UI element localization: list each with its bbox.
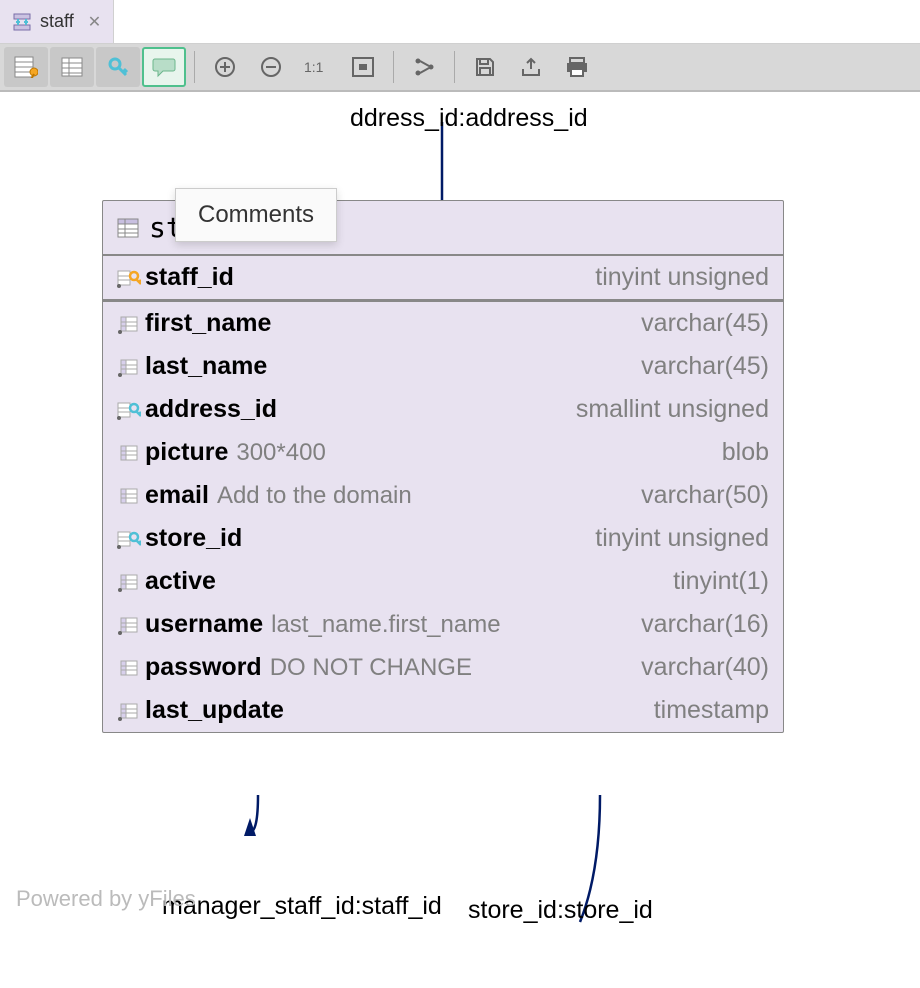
toolbar-separator <box>393 51 394 83</box>
tab-bar: staff ✕ <box>0 0 920 44</box>
column-row-pk[interactable]: staff_id tinyint unsigned <box>103 256 783 299</box>
columns-container: first_name varchar(45) last_name varchar(45… <box>103 302 783 732</box>
relation-label-top: ddress_id:address_id <box>350 104 588 133</box>
column-name: address_id <box>145 395 277 424</box>
column-type: tinyint unsigned <box>595 524 769 553</box>
column-icon <box>117 701 145 721</box>
fit-content-button[interactable] <box>341 47 385 87</box>
column-type: varchar(45) <box>641 352 769 381</box>
svg-text:1:1: 1:1 <box>304 59 324 75</box>
column-icon <box>117 486 145 506</box>
column-type: timestamp <box>654 696 769 725</box>
diagram-canvas[interactable]: ddress_id:address_id manager_staff_id:st… <box>0 92 920 988</box>
column-type: varchar(40) <box>641 653 769 682</box>
tab-label: staff <box>40 11 74 32</box>
table-view-button[interactable] <box>50 47 94 87</box>
export-button[interactable] <box>509 47 553 87</box>
zoom-actual-button[interactable]: 1:1 <box>295 47 339 87</box>
column-comment: Add to the domain <box>217 482 412 510</box>
toolbar-separator <box>194 51 195 83</box>
layout-button[interactable] <box>402 47 446 87</box>
tooltip-comments: Comments <box>175 188 337 242</box>
zoom-in-button[interactable] <box>203 47 247 87</box>
column-row[interactable]: first_name varchar(45) <box>103 302 783 345</box>
column-type: varchar(50) <box>641 481 769 510</box>
column-name: last_update <box>145 696 284 725</box>
column-type: varchar(16) <box>641 610 769 639</box>
column-row[interactable]: address_id smallint unsigned <box>103 388 783 431</box>
column-row[interactable]: last_update timestamp <box>103 689 783 732</box>
toolbar: 1:1 <box>0 44 920 92</box>
column-row[interactable]: last_name varchar(45) <box>103 345 783 388</box>
comments-button[interactable] <box>142 47 186 87</box>
column-type: varchar(45) <box>641 309 769 338</box>
column-name: staff_id <box>145 263 234 292</box>
column-name: username <box>145 610 263 639</box>
primary-key-section: staff_id tinyint unsigned <box>103 256 783 302</box>
column-icon <box>117 529 145 549</box>
column-row[interactable]: store_id tinyint unsigned <box>103 517 783 560</box>
column-name: email <box>145 481 209 510</box>
relation-label-bottom-right: store_id:store_id <box>468 896 653 925</box>
pk-icon <box>117 268 145 288</box>
column-type: tinyint(1) <box>673 567 769 596</box>
column-type: smallint unsigned <box>576 395 769 424</box>
close-icon[interactable]: ✕ <box>88 12 101 32</box>
relation-label-bottom-left: manager_staff_id:staff_id <box>162 892 442 921</box>
toolbar-separator <box>454 51 455 83</box>
column-type: tinyint unsigned <box>595 263 769 292</box>
zoom-out-button[interactable] <box>249 47 293 87</box>
key-button[interactable] <box>96 47 140 87</box>
column-icon <box>117 400 145 420</box>
column-name: password <box>145 653 262 682</box>
table-card-staff[interactable]: staff staff_id tinyint unsigned first_na… <box>102 200 784 733</box>
print-button[interactable] <box>555 47 599 87</box>
column-comment: last_name.first_name <box>271 611 500 639</box>
save-button[interactable] <box>463 47 507 87</box>
column-name: active <box>145 567 216 596</box>
column-type: blob <box>722 438 769 467</box>
column-name: first_name <box>145 309 271 338</box>
watermark: Powered by yFiles <box>16 886 196 912</box>
column-icon <box>117 615 145 635</box>
column-name: store_id <box>145 524 242 553</box>
column-icon <box>117 357 145 377</box>
column-row[interactable]: password DO NOT CHANGE varchar(40) <box>103 646 783 689</box>
column-comment: DO NOT CHANGE <box>270 654 472 682</box>
column-name: picture <box>145 438 228 467</box>
column-icon <box>117 443 145 463</box>
tab-staff[interactable]: staff ✕ <box>0 0 114 43</box>
column-icon <box>117 314 145 334</box>
column-name: last_name <box>145 352 267 381</box>
column-row[interactable]: picture 300*400 blob <box>103 431 783 474</box>
table-icon <box>117 218 139 238</box>
column-comment: 300*400 <box>236 439 325 467</box>
diagram-icon <box>12 12 32 32</box>
column-row[interactable]: username last_name.first_name varchar(16) <box>103 603 783 646</box>
column-icon <box>117 572 145 592</box>
column-icon <box>117 658 145 678</box>
column-row[interactable]: active tinyint(1) <box>103 560 783 603</box>
detail-view-button[interactable] <box>4 47 48 87</box>
column-row[interactable]: email Add to the domain varchar(50) <box>103 474 783 517</box>
